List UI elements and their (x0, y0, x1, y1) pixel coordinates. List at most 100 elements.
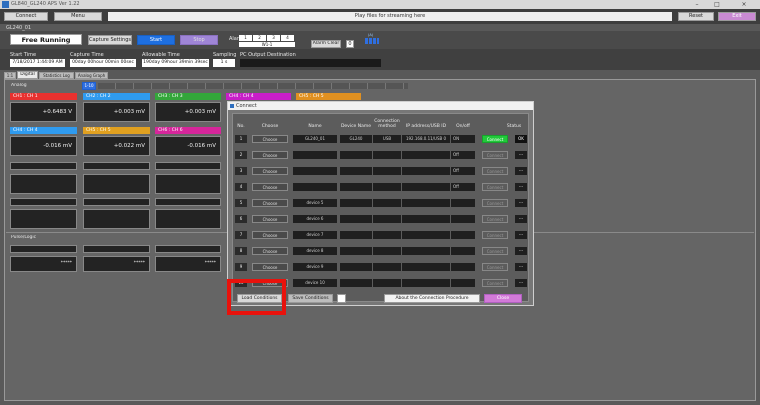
channel-name: CH4 : CH 4 (226, 93, 291, 100)
start-button[interactable]: Start (137, 35, 175, 45)
name-field[interactable]: device 7 (293, 231, 337, 239)
channel-name: CH5 : CH 5 (83, 127, 150, 134)
device-name-field (340, 167, 372, 175)
device-name-field (340, 231, 372, 239)
capture-time-label: Capture Time (70, 52, 104, 58)
status-badge: --- (515, 279, 527, 287)
channel-name: CH5 : CH 5 (296, 93, 361, 100)
choose-button[interactable]: Choose (252, 215, 288, 223)
header-ip: IP address/USB ID (405, 124, 447, 129)
on-off-select[interactable]: Off (451, 183, 475, 191)
status-badge: --- (515, 151, 527, 159)
status-badge: --- (515, 183, 527, 191)
header-device-name: Device Name (340, 124, 372, 129)
channel-tile-ch2: CH2 : CH 2 +0.003 mV (83, 93, 150, 125)
about-connection-button[interactable]: About the Connection Procedure (384, 294, 480, 303)
connect-button[interactable]: Connect (4, 12, 48, 21)
pulse-tile: ***** (155, 256, 221, 272)
table-row: 3 Choose Off Connect --- (235, 167, 527, 177)
empty-tile (10, 209, 77, 229)
channel-name: CH1 : CH 1 (10, 93, 77, 100)
name-field[interactable]: device 9 (293, 263, 337, 271)
on-off-select[interactable] (451, 279, 475, 287)
channel-value: +0.6483 V (42, 109, 72, 115)
empty-tile (155, 162, 221, 170)
ip-field (402, 183, 450, 191)
choose-button[interactable]: Choose (252, 263, 288, 271)
connect-button[interactable]: Connect (482, 231, 508, 239)
empty-tile (10, 162, 77, 170)
channel-tile-ch3: CH3 : CH 3 +0.003 mV (155, 93, 221, 125)
row-number: 1 (235, 135, 247, 143)
start-time-value: 7/18/2017 1:44:09 AM (10, 59, 65, 67)
on-off-select[interactable] (451, 231, 475, 239)
reset-button[interactable]: Reset (678, 12, 714, 21)
pulse-value: ***** (133, 261, 145, 266)
on-off-select[interactable]: Off (451, 151, 475, 159)
on-off-select[interactable]: ON (451, 135, 475, 143)
on-off-select[interactable] (451, 247, 475, 255)
choose-button[interactable]: Choose (252, 167, 288, 175)
connect-button[interactable]: Connect (482, 183, 508, 191)
maximize-button[interactable]: □ (708, 0, 726, 9)
connect-button[interactable]: Connect (482, 263, 508, 271)
table-row: 7 Choose device 7 Connect --- (235, 231, 527, 241)
connect-button[interactable]: Connect (482, 199, 508, 207)
connection-method-field (373, 215, 401, 223)
name-field[interactable]: device 10 (293, 279, 337, 287)
channel-name: CH6 : CH 6 (155, 127, 221, 134)
exit-button[interactable]: Exit (718, 12, 756, 21)
name-field[interactable]: device 5 (293, 199, 337, 207)
name-field[interactable] (293, 167, 337, 175)
on-off-select[interactable] (451, 263, 475, 271)
header-no: No. (237, 124, 245, 129)
tab-analog-graph[interactable]: Analog Graph (75, 72, 108, 79)
minimize-button[interactable]: – (688, 0, 706, 9)
name-field[interactable]: GL240_01 (293, 135, 337, 143)
name-field[interactable] (293, 183, 337, 191)
choose-button[interactable]: Choose (252, 199, 288, 207)
empty-tile (155, 174, 221, 194)
connect-button[interactable]: Connect (482, 215, 508, 223)
connect-button[interactable]: Connect (482, 279, 508, 287)
empty-tile (83, 198, 150, 206)
choose-button[interactable]: Choose (252, 183, 288, 191)
tab-digital[interactable]: Digital (17, 71, 38, 79)
on-off-select[interactable] (451, 199, 475, 207)
row-number: 9 (235, 263, 247, 271)
connection-method-field (373, 199, 401, 207)
connection-method-field (373, 279, 401, 287)
empty-tile (10, 174, 77, 194)
mode-display: Free Running (10, 34, 82, 45)
start-time-label: Start Time (10, 52, 37, 58)
choose-button[interactable]: Choose (252, 247, 288, 255)
toolbar: Connect Menu Play files for streaming he… (0, 9, 760, 24)
channel-tile-ch5: CH5 : CH 5 +0.022 mV (83, 127, 150, 159)
menu-button[interactable]: Menu (54, 12, 102, 21)
on-off-select[interactable] (451, 215, 475, 223)
connect-button[interactable]: Connect (482, 151, 508, 159)
alarm-clear-button[interactable]: Alarm Clear (311, 40, 341, 48)
tab-1-1[interactable]: 1:1 (4, 72, 16, 79)
name-field[interactable] (293, 151, 337, 159)
close-button[interactable]: × (728, 0, 760, 9)
dialog-close-button[interactable]: Close (484, 294, 522, 303)
choose-button[interactable]: Choose (252, 151, 288, 159)
dialog-title: Connect (228, 102, 533, 110)
capture-settings-button[interactable]: Capture Settings (88, 35, 132, 45)
choose-button[interactable]: Choose (252, 231, 288, 239)
name-field[interactable]: device 6 (293, 215, 337, 223)
sub-tab-1-10[interactable]: 1-10 (82, 82, 96, 90)
channel-value: -0.016 mV (187, 143, 216, 149)
connect-button[interactable]: Connect (482, 247, 508, 255)
save-conditions-button[interactable]: Save Conditions (288, 294, 333, 303)
connect-button[interactable]: Connect (482, 135, 508, 143)
connect-button[interactable]: Connect (482, 167, 508, 175)
tab-statistics-log[interactable]: Statistics Log (39, 72, 74, 79)
pulse-tile-header (155, 245, 221, 253)
name-field[interactable]: device 8 (293, 247, 337, 255)
on-off-select[interactable]: Off (451, 167, 475, 175)
stop-button[interactable]: Stop (180, 35, 218, 45)
choose-button[interactable]: Choose (252, 135, 288, 143)
device-name-field (340, 263, 372, 271)
